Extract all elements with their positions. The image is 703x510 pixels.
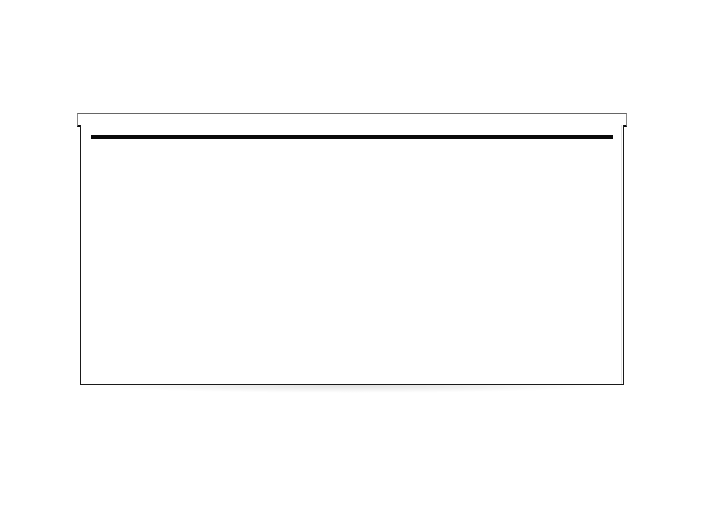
right-edge (621, 125, 622, 384)
drop-shadow (90, 385, 614, 393)
drawer-front (83, 127, 621, 382)
handle-groove (91, 135, 613, 139)
drawer-body (80, 125, 624, 385)
product-image (80, 125, 624, 385)
